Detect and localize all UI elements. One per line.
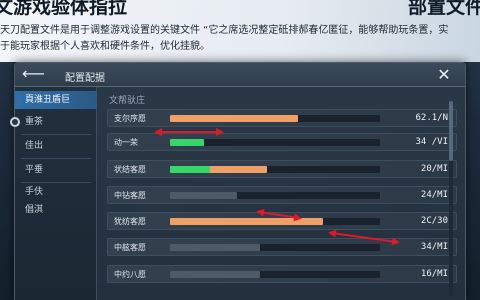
setting-slider[interactable] bbox=[170, 218, 380, 225]
close-button[interactable]: ✕ bbox=[435, 65, 453, 85]
slider-fill bbox=[170, 139, 204, 146]
setting-row[interactable]: 支尔序愿 62.1/N bbox=[107, 109, 457, 127]
close-icon: ✕ bbox=[437, 65, 451, 84]
setting-value: 24/MI bbox=[420, 190, 448, 200]
slider-fill bbox=[170, 244, 261, 251]
sidebar-item-label: 手伕 bbox=[25, 187, 44, 197]
headline-right: 部置文件 bbox=[407, 0, 480, 18]
sidebar-divider bbox=[21, 134, 91, 135]
radio-indicator-icon bbox=[10, 117, 20, 127]
sidebar-item-4[interactable]: 手伕 bbox=[15, 183, 97, 201]
setting-value: 34 /VI bbox=[415, 137, 448, 147]
setting-slider[interactable] bbox=[170, 192, 380, 199]
slider-fill bbox=[170, 115, 299, 122]
sidebar-item-3[interactable]: 平垂 bbox=[15, 161, 97, 179]
header-banner: 文游戏验体指拉 部置文件 天刀配置文件是用于调整游戏设置的关键文件 “它之席选况… bbox=[0, 0, 480, 62]
setting-slider[interactable] bbox=[170, 115, 380, 122]
setting-value: 20/MI bbox=[420, 164, 448, 174]
sidebar-item-5[interactable]: 倡淇 bbox=[15, 201, 97, 219]
slider-fill-green bbox=[170, 166, 210, 173]
setting-value: 2C/30 bbox=[420, 216, 448, 226]
setting-label: 支尔序愿 bbox=[114, 114, 146, 123]
setting-label: 中舷客愿 bbox=[114, 243, 146, 252]
slider-fill bbox=[170, 218, 324, 225]
sidebar-item-label: 佳出 bbox=[25, 141, 44, 151]
setting-row[interactable]: 犹纺客愿 2C/30 bbox=[107, 212, 457, 230]
settings-main-panel: 文帮驮庄 支尔序愿 62.1/N 动一荣 34 /VI 状结客愿 20/MI 中钻客愿 24/… bbox=[99, 87, 457, 300]
setting-row[interactable]: 中舷客愿 34/MI bbox=[107, 238, 457, 256]
setting-slider[interactable] bbox=[170, 166, 380, 173]
setting-value: 34/MI bbox=[420, 242, 448, 252]
setting-label: 中约八愿 bbox=[114, 270, 146, 279]
settings-sidebar: 頁淮丑盾巨 重茶 佳出 平垂 手伕 倡淇 bbox=[10, 87, 97, 300]
setting-slider[interactable] bbox=[170, 139, 380, 146]
back-button[interactable]: ⟵ bbox=[22, 66, 46, 84]
sidebar-divider bbox=[21, 158, 91, 159]
headline-left: 文游戏验体指拉 bbox=[0, 0, 128, 18]
setting-label: 犹纺客愿 bbox=[114, 217, 146, 226]
setting-label: 状结客愿 bbox=[114, 165, 146, 174]
intro-line-1: 天刀配置文件是用于调整游戏设置的关键文件 “它之席选况整定砥排郝春亿匿征，能够帮… bbox=[0, 25, 449, 36]
section-title: 文帮驮庄 bbox=[109, 96, 146, 106]
setting-row[interactable]: 状结客愿 20/MI bbox=[107, 160, 457, 178]
sidebar-item-label: 頁淮丑盾巨 bbox=[25, 95, 71, 105]
setting-slider[interactable] bbox=[170, 271, 380, 278]
scrollbar-thumb[interactable] bbox=[449, 101, 453, 161]
left-arrow-icon: ⟵ bbox=[22, 64, 45, 83]
window-title: 配置配据 bbox=[65, 73, 105, 84]
sidebar-item-2[interactable]: 佳出 bbox=[15, 137, 97, 155]
setting-slider[interactable] bbox=[170, 244, 380, 251]
settings-window: ⟵ 配置配据 ✕ 頁淮丑盾巨 重茶 佳出 平垂 手伕 倡淇 文帮驮庄 支尔序愿 … bbox=[10, 62, 466, 300]
slider-fill bbox=[170, 192, 238, 199]
sidebar-item-1[interactable]: 重茶 bbox=[10, 113, 97, 131]
slider-fill bbox=[170, 271, 261, 278]
setting-row[interactable]: 动一荣 34 /VI bbox=[107, 133, 457, 151]
sidebar-item-label: 重茶 bbox=[25, 117, 44, 127]
setting-label: 中钻客愿 bbox=[114, 191, 146, 200]
intro-line-2: 于能玩家根据个人喜欢和硬件条件，优化挂貌。 bbox=[0, 41, 210, 52]
scrollbar[interactable] bbox=[449, 101, 453, 297]
setting-value: 62.1/N bbox=[415, 113, 448, 123]
setting-row[interactable]: 中钻客愿 24/MI bbox=[107, 186, 457, 204]
setting-row[interactable]: 中约八愿 16/MI bbox=[107, 265, 457, 283]
sidebar-item-label: 平垂 bbox=[25, 165, 44, 175]
sidebar-item-0[interactable]: 頁淮丑盾巨 bbox=[15, 91, 97, 109]
sidebar-item-label: 倡淇 bbox=[25, 205, 44, 215]
setting-value: 16/MI bbox=[420, 269, 448, 279]
window-titlebar: ⟵ 配置配据 ✕ bbox=[15, 63, 465, 87]
setting-label: 动一荣 bbox=[114, 138, 138, 147]
